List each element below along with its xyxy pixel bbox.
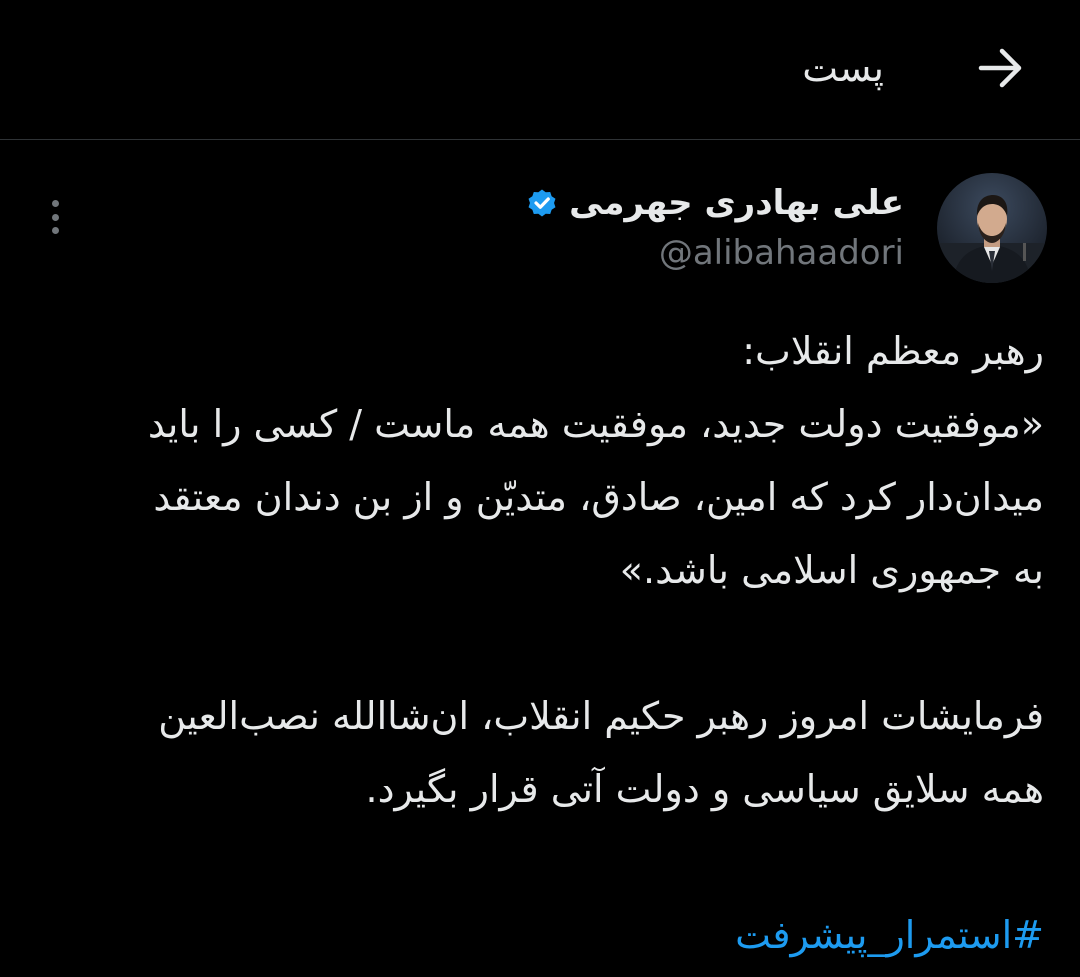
tweet-line: فرمایشات امروز رهبر حکیم انقلاب، ان‌شاال… [158,694,1044,738]
profile-photo [937,173,1047,283]
more-dot-icon [51,213,59,221]
page-title: پست [802,46,884,90]
author-name[interactable]: علی بهادری جهرمی [525,180,904,226]
more-dot-icon [51,227,59,234]
arrow-right-icon [978,48,1022,88]
verified-badge-icon [528,189,556,217]
tweet-text: رهبر معظم انقلاب: «موفقیت دولت جدید، موف… [34,315,1044,972]
tweet-line: رهبر معظم انقلاب: [742,329,1044,373]
tweet-line: «موفقیت دولت جدید، موفقیت همه ماست / کسی… [147,402,1044,446]
tweet-line: میدان‌دار کرد که امین، صادق، متدیّن و از… [153,475,1044,519]
avatar[interactable] [937,173,1047,283]
back-button[interactable] [972,40,1028,96]
author-name-text: علی بهادری جهرمی [569,183,904,223]
more-options-button[interactable] [38,194,72,240]
tweet-line: به جمهوری اسلامی باشد.» [619,548,1044,592]
more-dot-icon [51,200,59,207]
top-bar: پست [0,0,1080,140]
author-handle[interactable]: @alibahaadori [659,230,904,276]
hashtag-link[interactable]: #استمرار_پیشرفت [735,913,1044,957]
tweet-line: همه سلایق سیاسی و دولت آتی قرار بگیرد. [365,767,1044,811]
